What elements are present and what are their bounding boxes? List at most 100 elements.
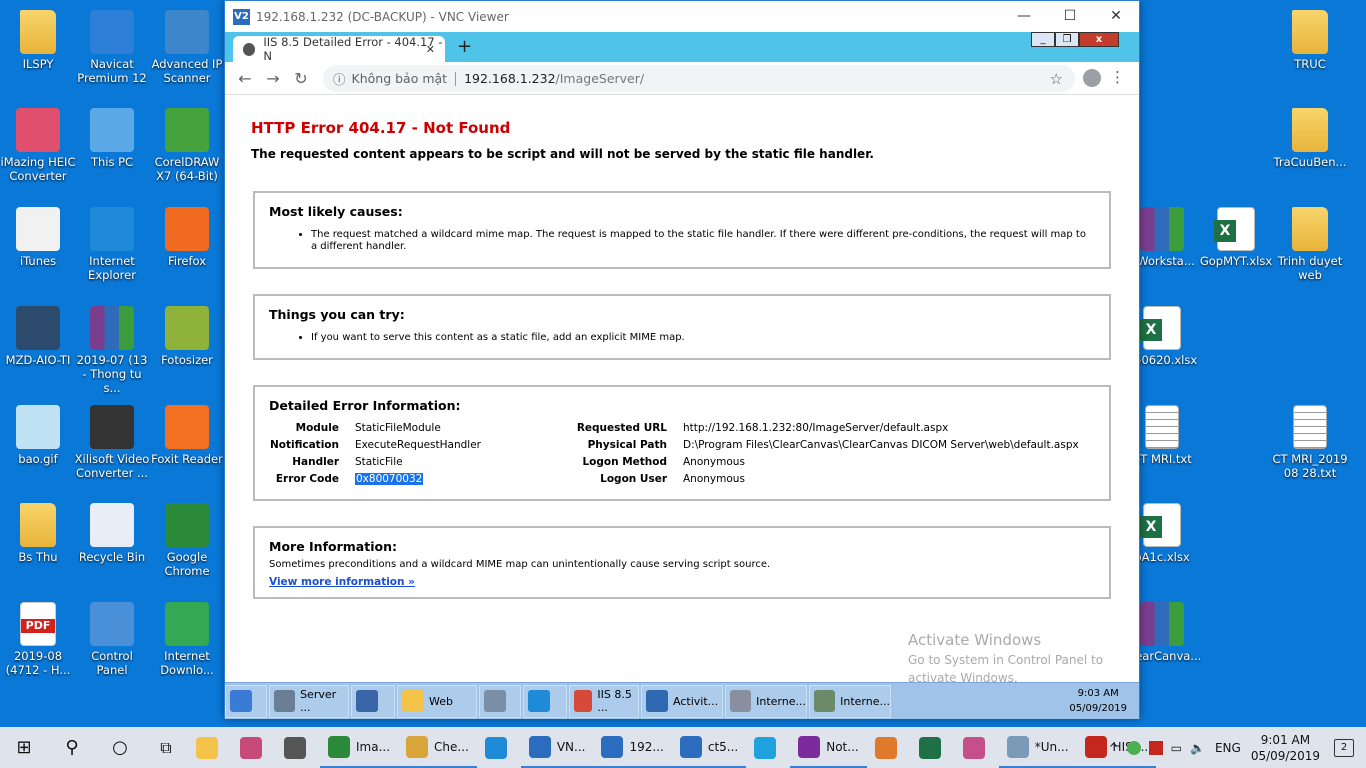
desktop-icon[interactable]: Internet Downlo... [149, 602, 225, 677]
app-icon [528, 735, 551, 758]
shield-icon[interactable] [1126, 740, 1141, 755]
forward-button[interactable]: → [259, 69, 287, 88]
remote-close-button[interactable]: x [1079, 32, 1119, 47]
remote-taskbar-item[interactable]: Interne... [725, 684, 807, 718]
close-button[interactable]: ✕ [1093, 1, 1139, 32]
taskbar-item[interactable] [867, 727, 911, 768]
taskbar-item-label: ct5... [707, 739, 739, 754]
taskbar-item[interactable] [188, 727, 232, 768]
desktop-icon[interactable]: Bs Thu [0, 503, 76, 564]
info-icon[interactable]: ⓘ [333, 69, 346, 88]
taskbar-item[interactable] [232, 727, 276, 768]
view-more-link[interactable]: View more information » [269, 576, 415, 588]
taskbar-item[interactable] [746, 727, 790, 768]
desktop-icon[interactable]: CT MRI_2019 08 28.txt [1272, 405, 1348, 480]
taskbar-date: 05/09/2019 [1250, 748, 1320, 763]
desktop-icon[interactable]: 2019-07 (13 - Thong tu s... [74, 306, 150, 395]
vnc-title-bar[interactable]: V2 192.168.1.232 (DC-BACKUP) - VNC Viewe… [225, 1, 1139, 32]
address-bar[interactable]: ⓘ Không bảo mật 192.168.1.232/ImageServe… [323, 65, 1075, 92]
maximize-button[interactable]: ☐ [1047, 1, 1093, 32]
antivirus-icon[interactable] [1148, 740, 1163, 755]
remote-taskbar-item[interactable]: Web [397, 684, 477, 718]
desktop-icon[interactable]: This PC [74, 108, 150, 169]
desktop-icon[interactable]: Trinh duyet web [1272, 207, 1348, 282]
desktop-icon[interactable]: iMazing HEIC Converter [0, 108, 76, 183]
start-button[interactable]: ⊞ [0, 727, 48, 768]
bookmark-star-icon[interactable]: ☆ [1050, 70, 1063, 88]
more-text: Sometimes preconditions and a wildcard M… [269, 559, 771, 570]
desktop-icon-label: TraCuuBen... [1273, 155, 1347, 169]
profile-avatar[interactable] [1083, 69, 1101, 87]
desktop-icon[interactable]: GopMYT.xlsx [1198, 207, 1274, 268]
remote-taskbar-item[interactable] [351, 684, 395, 718]
taskbar-item[interactable]: 192... [593, 727, 672, 768]
desktop-icon[interactable]: TraCuuBen... [1272, 108, 1348, 169]
tab-close-icon[interactable]: ✕ [426, 43, 435, 56]
task-view-button[interactable]: ⧉ [144, 727, 188, 768]
desktop-icon[interactable]: Fotosizer [149, 306, 225, 367]
desktop-icon[interactable]: Xilisoft Video Converter ... [74, 405, 150, 480]
desktop-icon[interactable]: Internet Explorer [74, 207, 150, 282]
remote-clock[interactable]: 9:03 AM 05/09/2019 [1069, 686, 1127, 716]
taskbar-item[interactable]: Che... [398, 727, 477, 768]
volume-icon[interactable]: 🔈 [1190, 741, 1205, 755]
remote-taskbar-item[interactable] [225, 684, 267, 718]
cortana-button[interactable]: ○ [96, 727, 144, 768]
language-indicator[interactable]: ENG [1215, 741, 1241, 755]
tab-iis-error[interactable]: IIS 8.5 Detailed Error - 404.17 - N ✕ [233, 35, 445, 63]
taskbar-time: 9:01 AM [1260, 732, 1311, 747]
detail-value: StaticFileModule [355, 422, 441, 434]
remote-taskbar-item[interactable]: Activit... [641, 684, 723, 718]
remote-taskbar-item[interactable]: IIS 8.5 ... [569, 684, 639, 718]
back-button[interactable]: ← [231, 69, 259, 88]
taskbar-item[interactable]: ct5... [671, 727, 747, 768]
app-icon [528, 690, 550, 712]
desktop-icon[interactable]: MZD-AIO-TI [0, 306, 76, 367]
desktop-icon[interactable]: Google Chrome [149, 503, 225, 578]
detail-key: Logon Method [582, 456, 667, 468]
taskbar-item-label: Ima... [356, 739, 391, 754]
taskbar-item[interactable] [955, 727, 999, 768]
desktop-icon[interactable]: Recycle Bin [74, 503, 150, 564]
taskbar-item[interactable]: Ima... [320, 727, 399, 768]
taskbar-item[interactable]: Not... [790, 727, 867, 768]
search-button[interactable]: ⚲ [48, 727, 96, 768]
notification-center-icon[interactable]: 2 [1334, 738, 1354, 757]
app-icon [165, 207, 209, 251]
taskbar-item[interactable] [911, 727, 955, 768]
taskbar-item[interactable] [276, 727, 320, 768]
desktop-icon[interactable]: ILSPY [0, 10, 76, 71]
browser-menu-icon[interactable]: ⋮ [1110, 68, 1125, 86]
app-icon [90, 602, 134, 646]
app-icon [754, 736, 777, 759]
taskbar-item[interactable]: VN... [520, 727, 594, 768]
desktop-icon[interactable]: Navicat Premium 12 [74, 10, 150, 85]
taskbar-item[interactable] [477, 727, 521, 768]
desktop-icon[interactable]: TRUC [1272, 10, 1348, 71]
remote-taskbar-item[interactable]: Interne... [809, 684, 891, 718]
tray-chevron-icon[interactable]: ^ [1109, 741, 1119, 755]
desktop-icon[interactable]: 2019-08 (4712 - H... [0, 602, 76, 677]
remote-taskbar-item[interactable] [479, 684, 521, 718]
desktop-icon[interactable]: iTunes [0, 207, 76, 268]
detail-row: Logon User Anonymous [569, 471, 1079, 488]
remote-desktop[interactable]: IIS 8.5 Detailed Error - 404.17 - N ✕ + … [225, 32, 1139, 719]
desktop-icon[interactable]: Advanced IP Scanner [149, 10, 225, 85]
new-tab-button[interactable]: + [457, 36, 472, 57]
desktop-icon[interactable]: Foxit Reader [149, 405, 225, 466]
remote-minimize-button[interactable]: _ [1031, 32, 1055, 47]
reload-button[interactable]: ↻ [287, 69, 315, 88]
desktop-icon-label: MZD-AIO-TI [5, 353, 71, 367]
taskbar-clock[interactable]: 9:01 AM 05/09/2019 [1251, 732, 1320, 764]
network-icon[interactable]: ▭ [1171, 741, 1182, 755]
taskbar-item[interactable]: *Un... [998, 727, 1077, 768]
pdf-icon [20, 602, 56, 646]
desktop-icon[interactable]: bao.gif [0, 405, 76, 466]
desktop-icon[interactable]: CorelDRAW X7 (64-Bit) [149, 108, 225, 183]
remote-restore-button[interactable]: ❐ [1055, 32, 1079, 47]
desktop-icon[interactable]: Firefox [149, 207, 225, 268]
remote-taskbar-item[interactable]: Server ... [269, 684, 349, 718]
minimize-button[interactable]: — [1001, 1, 1047, 32]
desktop-icon[interactable]: Control Panel [74, 602, 150, 677]
remote-taskbar-item[interactable] [523, 684, 567, 718]
